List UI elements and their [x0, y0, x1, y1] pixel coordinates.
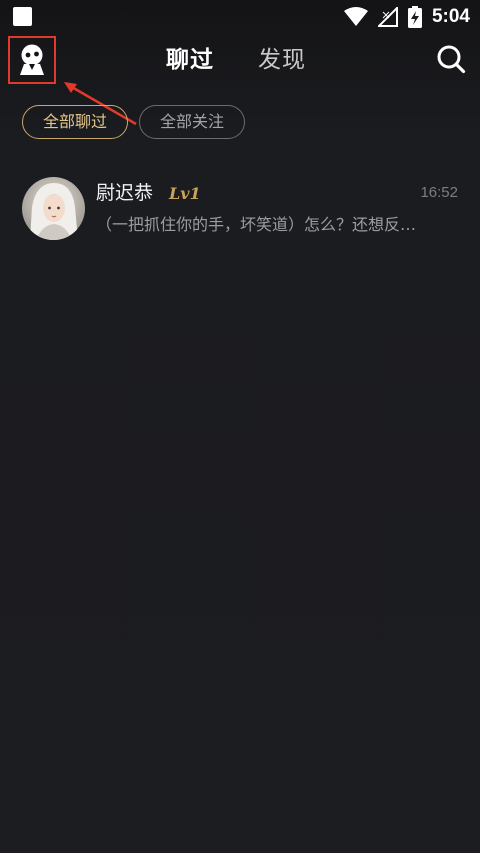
tab-chatted[interactable]: 聊过: [166, 45, 214, 75]
status-time: 5:04: [431, 6, 470, 27]
filter-chip-all-followed[interactable]: 全部关注: [139, 105, 245, 139]
wifi-icon: [343, 7, 368, 26]
status-bar: 5:04: [0, 0, 480, 34]
no-signal-icon: [377, 7, 398, 27]
level-badge: Lv1: [169, 184, 201, 203]
battery-charging-icon: [407, 6, 422, 28]
chat-list-screen: 5:04 聊过 发现 全部聊过 全部关注 尉迟恭 Lv1 16:52 （一把抓住…: [0, 0, 480, 853]
chat-last-message: （一把抓住你的手，坏笑道）怎么？还想反…: [96, 215, 417, 234]
top-tabs: 聊过 发现: [0, 34, 480, 88]
avatar: [22, 177, 85, 240]
chat-list-item[interactable]: 尉迟恭 Lv1 16:52 （一把抓住你的手，坏笑道）怎么？还想反…: [0, 168, 480, 248]
ghost-avatar-icon: [20, 44, 44, 75]
notification-icon: [13, 7, 32, 26]
search-icon[interactable]: [436, 44, 466, 74]
top-header: 聊过 发现: [0, 34, 480, 88]
status-bar-right: 5:04: [343, 4, 470, 30]
filter-chip-all-chatted[interactable]: 全部聊过: [22, 105, 128, 139]
chat-timestamp: 16:52: [420, 184, 458, 201]
chat-contact-name: 尉迟恭: [96, 182, 154, 204]
profile-button[interactable]: [8, 36, 56, 84]
tab-discover[interactable]: 发现: [258, 45, 306, 75]
